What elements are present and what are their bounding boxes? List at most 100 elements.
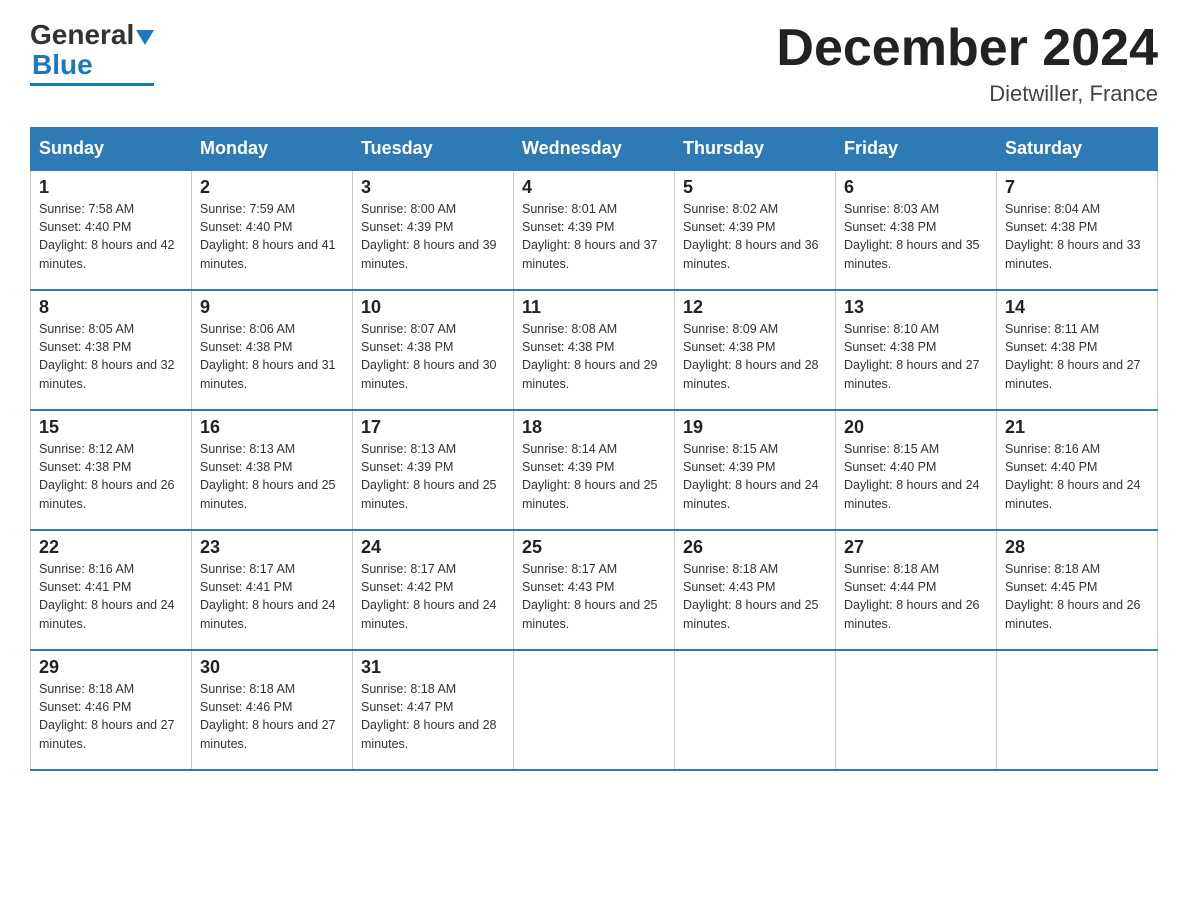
cell-week4-day5: 27 Sunrise: 8:18 AMSunset: 4:44 PMDaylig… (836, 530, 997, 650)
day-info: Sunrise: 8:18 AMSunset: 4:45 PMDaylight:… (1005, 562, 1141, 630)
cell-week5-day3 (514, 650, 675, 770)
day-number: 5 (683, 177, 827, 198)
cell-week3-day2: 17 Sunrise: 8:13 AMSunset: 4:39 PMDaylig… (353, 410, 514, 530)
cell-week3-day6: 21 Sunrise: 8:16 AMSunset: 4:40 PMDaylig… (997, 410, 1158, 530)
day-info: Sunrise: 8:16 AMSunset: 4:40 PMDaylight:… (1005, 442, 1141, 510)
cell-week3-day5: 20 Sunrise: 8:15 AMSunset: 4:40 PMDaylig… (836, 410, 997, 530)
day-info: Sunrise: 8:18 AMSunset: 4:47 PMDaylight:… (361, 682, 497, 750)
logo-underline (30, 83, 154, 86)
day-number: 20 (844, 417, 988, 438)
cell-week2-day3: 11 Sunrise: 8:08 AMSunset: 4:38 PMDaylig… (514, 290, 675, 410)
day-info: Sunrise: 8:00 AMSunset: 4:39 PMDaylight:… (361, 202, 497, 270)
day-number: 11 (522, 297, 666, 318)
cell-week2-day0: 8 Sunrise: 8:05 AMSunset: 4:38 PMDayligh… (31, 290, 192, 410)
day-info: Sunrise: 8:14 AMSunset: 4:39 PMDaylight:… (522, 442, 658, 510)
calendar-table: Sunday Monday Tuesday Wednesday Thursday… (30, 127, 1158, 771)
day-info: Sunrise: 8:18 AMSunset: 4:46 PMDaylight:… (39, 682, 175, 750)
header-sunday: Sunday (31, 128, 192, 171)
day-info: Sunrise: 8:06 AMSunset: 4:38 PMDaylight:… (200, 322, 336, 390)
cell-week3-day3: 18 Sunrise: 8:14 AMSunset: 4:39 PMDaylig… (514, 410, 675, 530)
day-number: 3 (361, 177, 505, 198)
day-number: 25 (522, 537, 666, 558)
header-friday: Friday (836, 128, 997, 171)
day-number: 1 (39, 177, 183, 198)
day-number: 18 (522, 417, 666, 438)
cell-week5-day2: 31 Sunrise: 8:18 AMSunset: 4:47 PMDaylig… (353, 650, 514, 770)
cell-week4-day2: 24 Sunrise: 8:17 AMSunset: 4:42 PMDaylig… (353, 530, 514, 650)
day-number: 2 (200, 177, 344, 198)
day-number: 22 (39, 537, 183, 558)
cell-week5-day5 (836, 650, 997, 770)
logo: General Blue (30, 20, 154, 86)
day-number: 13 (844, 297, 988, 318)
day-info: Sunrise: 8:10 AMSunset: 4:38 PMDaylight:… (844, 322, 980, 390)
cell-week2-day4: 12 Sunrise: 8:09 AMSunset: 4:38 PMDaylig… (675, 290, 836, 410)
day-info: Sunrise: 7:59 AMSunset: 4:40 PMDaylight:… (200, 202, 336, 270)
day-number: 28 (1005, 537, 1149, 558)
day-number: 30 (200, 657, 344, 678)
day-info: Sunrise: 8:13 AMSunset: 4:38 PMDaylight:… (200, 442, 336, 510)
day-info: Sunrise: 8:07 AMSunset: 4:38 PMDaylight:… (361, 322, 497, 390)
day-number: 14 (1005, 297, 1149, 318)
cell-week5-day1: 30 Sunrise: 8:18 AMSunset: 4:46 PMDaylig… (192, 650, 353, 770)
day-number: 17 (361, 417, 505, 438)
cell-week4-day3: 25 Sunrise: 8:17 AMSunset: 4:43 PMDaylig… (514, 530, 675, 650)
cell-week4-day6: 28 Sunrise: 8:18 AMSunset: 4:45 PMDaylig… (997, 530, 1158, 650)
calendar-title: December 2024 (776, 20, 1158, 77)
cell-week3-day0: 15 Sunrise: 8:12 AMSunset: 4:38 PMDaylig… (31, 410, 192, 530)
day-info: Sunrise: 8:13 AMSunset: 4:39 PMDaylight:… (361, 442, 497, 510)
calendar-header-row: Sunday Monday Tuesday Wednesday Thursday… (31, 128, 1158, 171)
day-number: 24 (361, 537, 505, 558)
cell-week5-day6 (997, 650, 1158, 770)
day-info: Sunrise: 8:08 AMSunset: 4:38 PMDaylight:… (522, 322, 658, 390)
cell-week5-day4 (675, 650, 836, 770)
logo-blue: Blue (32, 49, 93, 81)
calendar-title-area: December 2024 Dietwiller, France (776, 20, 1158, 107)
day-info: Sunrise: 8:01 AMSunset: 4:39 PMDaylight:… (522, 202, 658, 270)
cell-week5-day0: 29 Sunrise: 8:18 AMSunset: 4:46 PMDaylig… (31, 650, 192, 770)
week-row-1: 1 Sunrise: 7:58 AMSunset: 4:40 PMDayligh… (31, 170, 1158, 290)
day-number: 29 (39, 657, 183, 678)
day-info: Sunrise: 8:11 AMSunset: 4:38 PMDaylight:… (1005, 322, 1141, 390)
day-info: Sunrise: 8:18 AMSunset: 4:43 PMDaylight:… (683, 562, 819, 630)
day-number: 9 (200, 297, 344, 318)
page-header: General Blue December 2024 Dietwiller, F… (30, 20, 1158, 107)
day-info: Sunrise: 8:17 AMSunset: 4:42 PMDaylight:… (361, 562, 497, 630)
day-number: 27 (844, 537, 988, 558)
day-info: Sunrise: 8:04 AMSunset: 4:38 PMDaylight:… (1005, 202, 1141, 270)
calendar-subtitle: Dietwiller, France (776, 81, 1158, 107)
cell-week3-day1: 16 Sunrise: 8:13 AMSunset: 4:38 PMDaylig… (192, 410, 353, 530)
day-number: 8 (39, 297, 183, 318)
day-info: Sunrise: 8:15 AMSunset: 4:39 PMDaylight:… (683, 442, 819, 510)
cell-week4-day1: 23 Sunrise: 8:17 AMSunset: 4:41 PMDaylig… (192, 530, 353, 650)
cell-week1-day2: 3 Sunrise: 8:00 AMSunset: 4:39 PMDayligh… (353, 170, 514, 290)
week-row-4: 22 Sunrise: 8:16 AMSunset: 4:41 PMDaylig… (31, 530, 1158, 650)
header-monday: Monday (192, 128, 353, 171)
day-number: 10 (361, 297, 505, 318)
day-number: 15 (39, 417, 183, 438)
day-info: Sunrise: 8:18 AMSunset: 4:44 PMDaylight:… (844, 562, 980, 630)
day-number: 12 (683, 297, 827, 318)
logo-text: General (30, 20, 154, 51)
day-info: Sunrise: 8:05 AMSunset: 4:38 PMDaylight:… (39, 322, 175, 390)
cell-week1-day5: 6 Sunrise: 8:03 AMSunset: 4:38 PMDayligh… (836, 170, 997, 290)
header-wednesday: Wednesday (514, 128, 675, 171)
cell-week2-day1: 9 Sunrise: 8:06 AMSunset: 4:38 PMDayligh… (192, 290, 353, 410)
header-tuesday: Tuesday (353, 128, 514, 171)
day-info: Sunrise: 8:18 AMSunset: 4:46 PMDaylight:… (200, 682, 336, 750)
cell-week2-day6: 14 Sunrise: 8:11 AMSunset: 4:38 PMDaylig… (997, 290, 1158, 410)
day-number: 4 (522, 177, 666, 198)
cell-week4-day4: 26 Sunrise: 8:18 AMSunset: 4:43 PMDaylig… (675, 530, 836, 650)
cell-week2-day5: 13 Sunrise: 8:10 AMSunset: 4:38 PMDaylig… (836, 290, 997, 410)
day-info: Sunrise: 8:15 AMSunset: 4:40 PMDaylight:… (844, 442, 980, 510)
day-number: 16 (200, 417, 344, 438)
day-number: 7 (1005, 177, 1149, 198)
header-saturday: Saturday (997, 128, 1158, 171)
day-info: Sunrise: 8:17 AMSunset: 4:41 PMDaylight:… (200, 562, 336, 630)
day-info: Sunrise: 8:12 AMSunset: 4:38 PMDaylight:… (39, 442, 175, 510)
cell-week1-day4: 5 Sunrise: 8:02 AMSunset: 4:39 PMDayligh… (675, 170, 836, 290)
day-info: Sunrise: 8:09 AMSunset: 4:38 PMDaylight:… (683, 322, 819, 390)
day-info: Sunrise: 8:03 AMSunset: 4:38 PMDaylight:… (844, 202, 980, 270)
week-row-5: 29 Sunrise: 8:18 AMSunset: 4:46 PMDaylig… (31, 650, 1158, 770)
day-number: 19 (683, 417, 827, 438)
